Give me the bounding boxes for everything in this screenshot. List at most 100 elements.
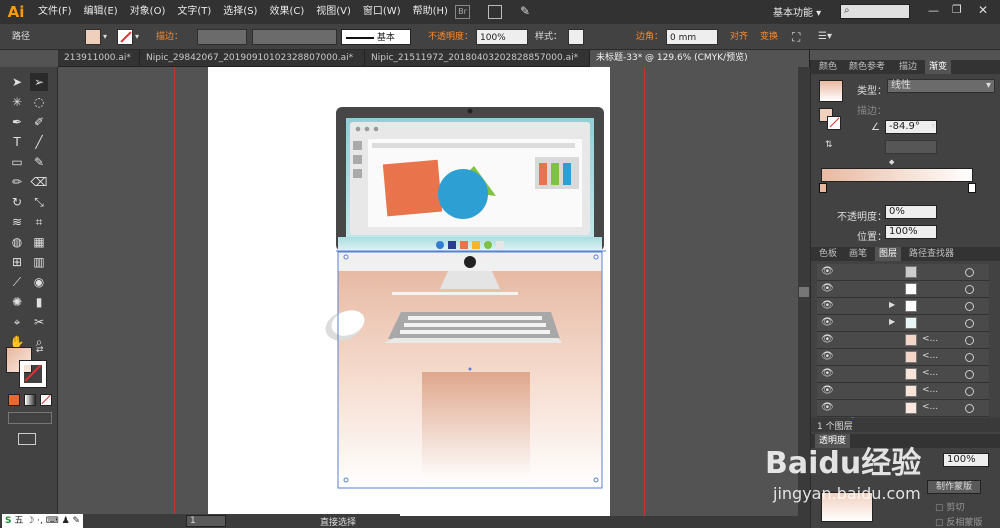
line-segment-tool-icon[interactable]: ╱	[30, 133, 48, 151]
pen-tool-icon[interactable]: ✒	[8, 113, 26, 131]
reverse-gradient-icon[interactable]: ⇅	[825, 140, 833, 150]
gradient-tool-icon[interactable]: ▥	[30, 253, 48, 271]
fill-swatch[interactable]	[85, 29, 101, 45]
layer-row[interactable]: 👁 <...	[817, 400, 989, 417]
column-graph-tool-icon[interactable]: ▮	[30, 293, 48, 311]
scale-tool-icon[interactable]: ⤡	[30, 193, 48, 211]
paintbrush-tool-icon[interactable]: ✎	[30, 153, 48, 171]
tab-color[interactable]: 颜色	[815, 60, 841, 74]
gpu-performance-icon[interactable]: ✎	[520, 4, 530, 18]
document-tab[interactable]: 213911000.ai*	[58, 50, 140, 67]
direct-selection-tool-icon[interactable]: ➢	[30, 73, 48, 91]
gradient-type-dropdown[interactable]: 线性 ▾	[887, 79, 995, 93]
selection-tool-icon[interactable]: ➤	[8, 73, 26, 91]
document-tab-active[interactable]: 未标题-33* @ 129.6% (CMYK/预览)	[590, 50, 810, 67]
tab-stroke[interactable]: 描边	[895, 60, 921, 74]
visibility-eye-icon[interactable]: 👁	[821, 368, 834, 379]
minimize-button[interactable]: —	[928, 4, 939, 17]
menu-item[interactable]: 窗口(W)	[357, 0, 407, 24]
gradient-stop-right[interactable]	[968, 183, 976, 193]
shape-builder-tool-icon[interactable]: ◍	[8, 233, 26, 251]
layer-row[interactable]: 👁 <...	[817, 383, 989, 400]
transform-link[interactable]: 变换	[760, 29, 778, 45]
visibility-eye-icon[interactable]: 👁	[821, 402, 834, 413]
target-circle-icon[interactable]	[965, 336, 974, 345]
arrange-documents-icon[interactable]	[488, 5, 502, 19]
none-mode-button[interactable]	[40, 394, 52, 406]
layer-row[interactable]: 👁 <...	[817, 332, 989, 349]
rectangle-tool-icon[interactable]: ▭	[8, 153, 26, 171]
expand-arrow-icon[interactable]: ▶	[889, 317, 895, 326]
rotate-tool-icon[interactable]: ↻	[8, 193, 26, 211]
mesh-tool-icon[interactable]: ⊞	[8, 253, 26, 271]
visibility-eye-icon[interactable]: 👁	[821, 351, 834, 362]
layer-row[interactable]: 👁	[817, 264, 989, 281]
layer-row[interactable]: 👁	[817, 281, 989, 298]
eyedropper-tool-icon[interactable]: ⟋	[8, 273, 26, 291]
isolate-group-icon[interactable]: ⛶	[792, 29, 800, 45]
draw-mode-icon[interactable]	[8, 412, 52, 424]
stroke-swatch[interactable]	[117, 29, 133, 45]
menu-item[interactable]: 对象(O)	[124, 0, 172, 24]
close-button[interactable]: ✕	[978, 3, 988, 17]
blend-tool-icon[interactable]: ◉	[30, 273, 48, 291]
stroke-color-swatch[interactable]	[19, 360, 47, 388]
fill-dropdown-icon[interactable]: ▾	[103, 29, 107, 45]
search-input[interactable]: ⌕	[840, 4, 910, 19]
gradient-mode-button[interactable]	[24, 394, 36, 406]
visibility-eye-icon[interactable]: 👁	[821, 317, 834, 328]
scroll-thumb[interactable]	[799, 287, 809, 297]
variable-width-dropdown[interactable]	[252, 29, 337, 45]
document-tab[interactable]: Nipic_29842067_20190910102328807000.ai*	[140, 50, 365, 67]
zoom-field[interactable]: 1	[186, 515, 226, 527]
stop-position-field[interactable]: 100%	[885, 225, 937, 239]
visibility-eye-icon[interactable]: 👁	[821, 283, 834, 294]
lasso-tool-icon[interactable]: ◌	[30, 93, 48, 111]
gradient-preview-swatch[interactable]	[819, 80, 843, 102]
tab-pathfinder[interactable]: 路径查找器	[905, 247, 958, 261]
stroke-weight-field[interactable]	[197, 29, 247, 45]
menu-item[interactable]: 帮助(H)	[407, 0, 454, 24]
layer-row[interactable]: 👁 <...	[817, 366, 989, 383]
slice-tool-icon[interactable]: ✂	[30, 313, 48, 331]
tab-brushes[interactable]: 画笔	[845, 247, 871, 261]
target-circle-icon[interactable]	[965, 285, 974, 294]
opacity-field[interactable]: 100%	[476, 29, 528, 45]
canvas-area[interactable]	[58, 67, 798, 516]
tab-swatches[interactable]: 色板	[815, 247, 841, 261]
width-tool-icon[interactable]: ≋	[8, 213, 26, 231]
style-swatch[interactable]	[568, 29, 584, 45]
artboard[interactable]	[208, 67, 610, 516]
workspace-switcher[interactable]: 基本功能 ▾	[773, 4, 821, 19]
panel-menu-icon[interactable]: ☰▾	[818, 29, 832, 45]
eraser-tool-icon[interactable]: ⌫	[30, 173, 48, 191]
perspective-grid-tool-icon[interactable]: ▦	[30, 233, 48, 251]
maximize-button[interactable]: ❐	[952, 3, 962, 16]
tab-gradient[interactable]: 渐变	[925, 60, 952, 74]
tab-color-guide[interactable]: 颜色参考	[845, 60, 889, 74]
menu-item[interactable]: 视图(V)	[310, 0, 357, 24]
target-circle-icon[interactable]	[965, 319, 974, 328]
menu-item[interactable]: 文字(T)	[171, 0, 217, 24]
menu-item[interactable]: 文件(F)	[32, 0, 78, 24]
screen-mode-icon[interactable]	[18, 433, 36, 445]
opacity-label[interactable]: 不透明度：	[428, 29, 473, 45]
corner-label[interactable]: 边角：	[636, 29, 663, 45]
brush-definition-dropdown[interactable]: 基本	[341, 29, 411, 45]
magic-wand-tool-icon[interactable]: ✳	[8, 93, 26, 111]
type-tool-icon[interactable]: T	[8, 133, 26, 151]
stroke-dropdown-icon[interactable]: ▾	[135, 29, 139, 45]
target-circle-icon[interactable]	[965, 387, 974, 396]
visibility-eye-icon[interactable]: 👁	[821, 266, 834, 277]
free-transform-tool-icon[interactable]: ⌗	[30, 213, 48, 231]
visibility-eye-icon[interactable]: 👁	[821, 385, 834, 396]
angle-dropdown-icon[interactable]: ▾	[931, 121, 935, 130]
corner-radius-field[interactable]: 0 mm	[666, 29, 718, 45]
target-circle-icon[interactable]	[965, 370, 974, 379]
menu-item[interactable]: 效果(C)	[263, 0, 310, 24]
menu-item[interactable]: 编辑(E)	[78, 0, 124, 24]
gradient-stroke-swatch[interactable]	[827, 116, 841, 130]
target-circle-icon[interactable]	[965, 302, 974, 311]
target-circle-icon[interactable]	[965, 353, 974, 362]
layer-row[interactable]: 👁 ▶	[817, 315, 989, 332]
